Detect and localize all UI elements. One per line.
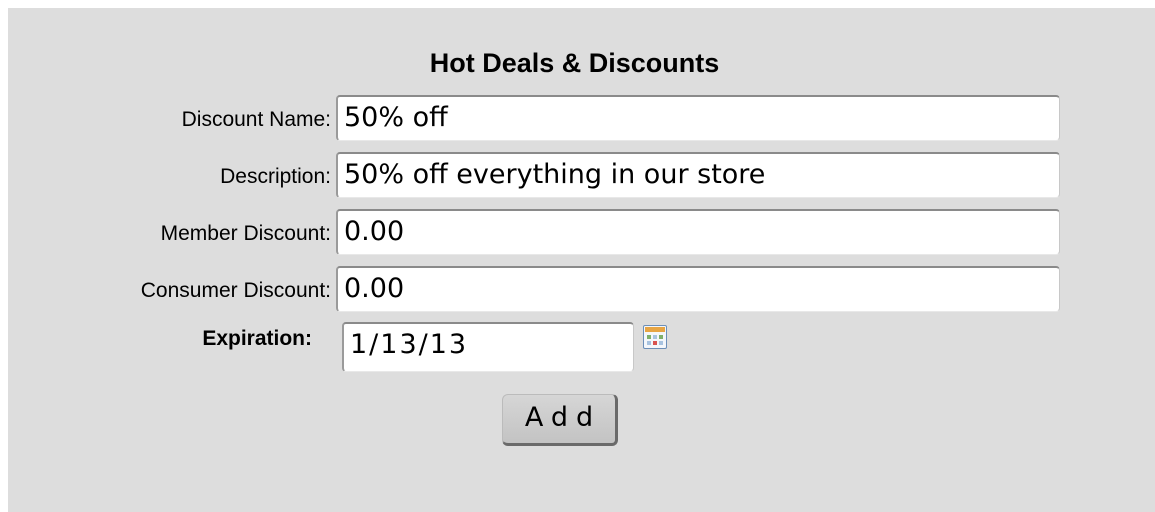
expiration-date-input[interactable]: 1/13/13 bbox=[342, 322, 634, 372]
form-title-text: Hot Deals & Discounts bbox=[429, 48, 720, 78]
add-button[interactable]: Add bbox=[502, 394, 618, 446]
form-title: Hot Deals & Discounts bbox=[0, 48, 1147, 79]
description-label: Description: bbox=[220, 165, 331, 188]
member-discount-input[interactable]: 0.00 bbox=[336, 209, 1060, 255]
description-input[interactable]: 50% off everything in our store bbox=[336, 152, 1060, 198]
member-discount-label: Member Discount: bbox=[160, 222, 331, 245]
consumer-discount-label: Consumer Discount: bbox=[140, 279, 331, 302]
discount-name-label: Discount Name: bbox=[181, 108, 331, 131]
discount-name-input[interactable]: 50% off bbox=[336, 95, 1060, 141]
expiration-label: Expiration: bbox=[202, 327, 312, 350]
calendar-icon[interactable] bbox=[643, 325, 667, 349]
consumer-discount-input[interactable]: 0.00 bbox=[336, 266, 1060, 312]
